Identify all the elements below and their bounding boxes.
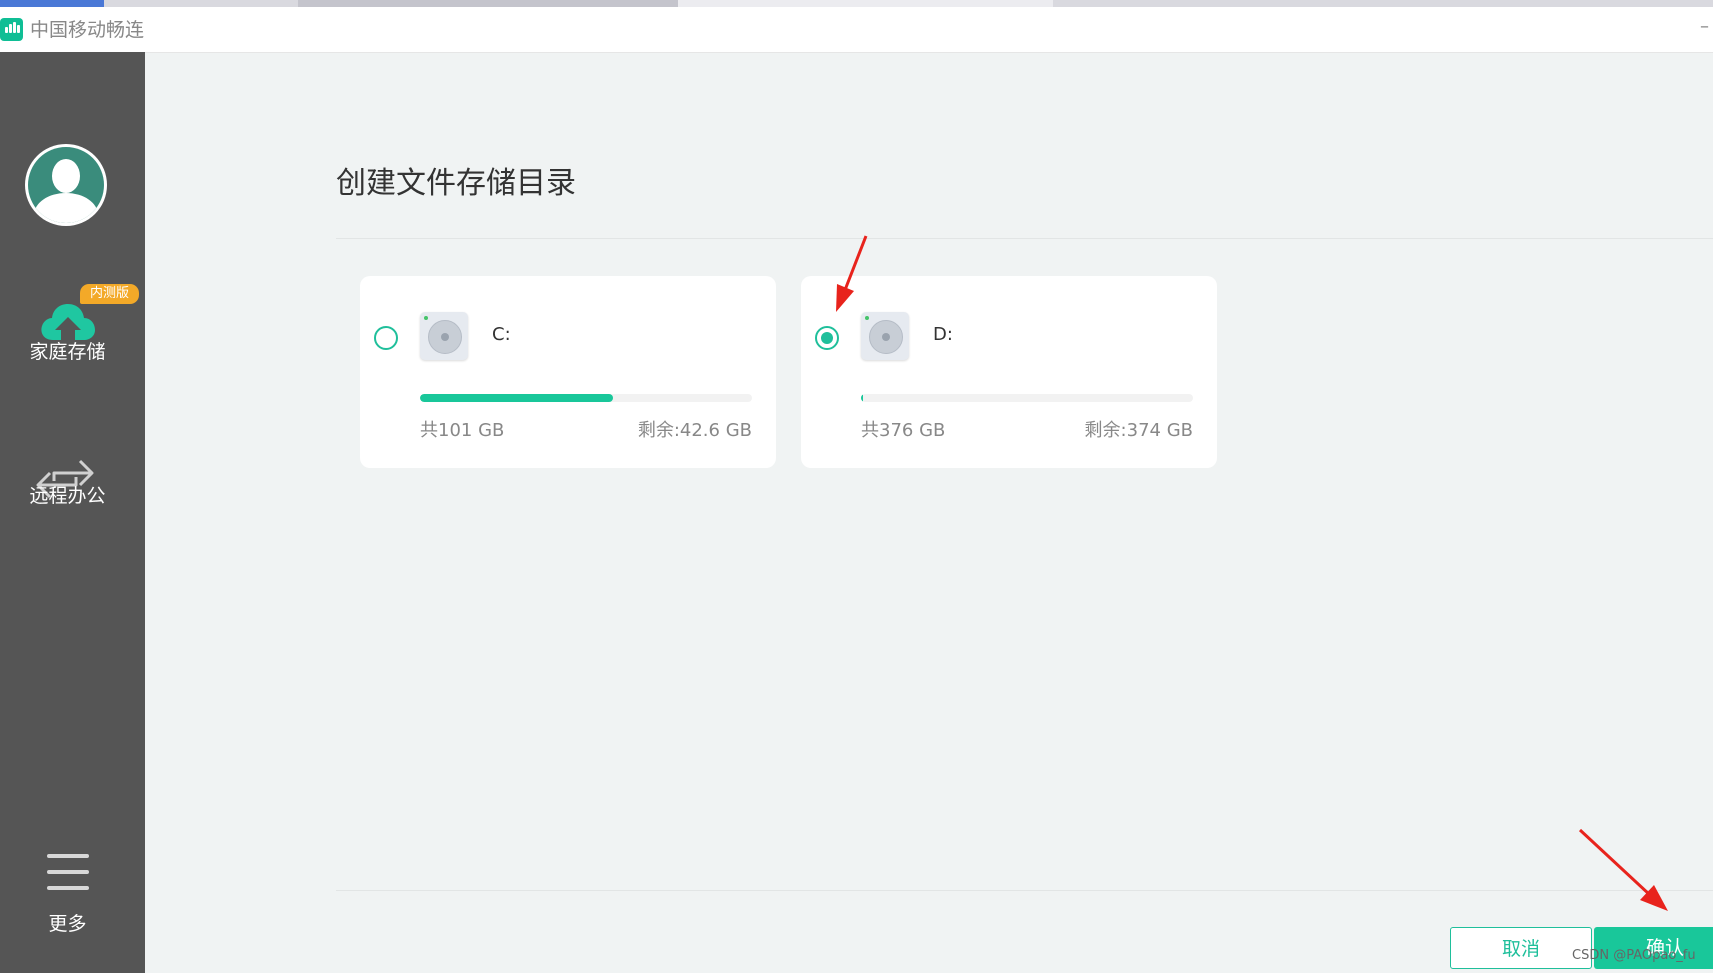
drive-total: 共101 GB [420, 420, 505, 441]
usage-bar-fill [420, 394, 613, 402]
nav-item-more[interactable]: 更多 [0, 912, 135, 936]
tab-indicator[interactable] [678, 0, 1053, 7]
browser-tab-strip [0, 0, 1713, 7]
nav-item-remote-office[interactable]: 远程办公 [0, 484, 135, 508]
annotation-arrow-icon [1578, 828, 1668, 911]
header-divider [336, 238, 1713, 239]
drive-card-d[interactable]: D: 共376 GB 剩余:374 GB [801, 276, 1217, 468]
annotation-arrows [836, 235, 1668, 911]
hard-disk-icon [861, 312, 909, 360]
cancel-button[interactable]: 取消 [1450, 927, 1592, 969]
drive-free: 剩余:374 GB [1084, 420, 1193, 441]
sidebar: 内测版 家庭存储 远程办公 更多 [0, 52, 145, 973]
drive-name: D: [933, 324, 953, 345]
drive-total: 共376 GB [861, 420, 946, 441]
hard-disk-icon [420, 312, 468, 360]
cloud-upload-icon[interactable] [39, 300, 97, 344]
usage-bar [861, 394, 1193, 402]
usage-bar [420, 394, 752, 402]
footer-divider [336, 890, 1713, 891]
user-avatar-icon[interactable] [25, 144, 107, 226]
app-title: 中国移动畅连 [30, 19, 145, 41]
title-bar: 中国移动畅连 – [0, 7, 1713, 53]
page-title: 创建文件存储目录 [336, 166, 576, 201]
drive-free: 剩余:42.6 GB [637, 420, 752, 441]
nav-item-home-storage[interactable]: 家庭存储 [0, 340, 135, 364]
drive-card-c[interactable]: C: 共101 GB 剩余:42.6 GB [360, 276, 776, 468]
watermark: CSDN @PAOpao_fu [1572, 948, 1696, 963]
drive-name: C: [492, 324, 511, 345]
minimize-button[interactable]: – [1700, 17, 1709, 37]
drive-radio-d[interactable] [815, 326, 839, 350]
app-logo-icon [0, 18, 23, 41]
tab-indicator-active[interactable] [0, 0, 104, 7]
drive-radio-c[interactable] [374, 326, 398, 350]
usage-bar-fill [861, 394, 863, 402]
tab-indicator[interactable] [298, 0, 678, 7]
